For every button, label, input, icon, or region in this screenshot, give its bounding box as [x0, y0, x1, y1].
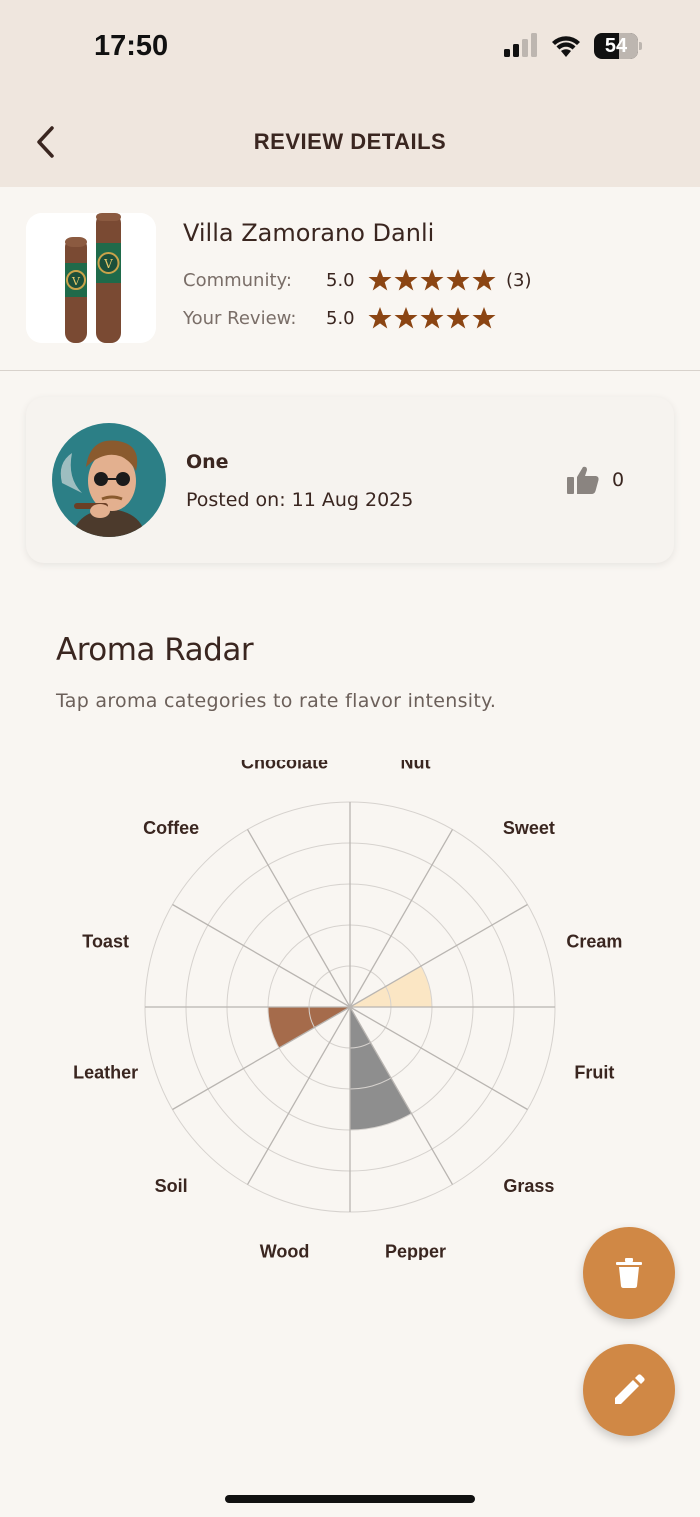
product-image[interactable]: V V — [26, 213, 156, 343]
star-icon — [472, 269, 496, 291]
star-icon — [472, 307, 496, 329]
star-icon — [446, 307, 470, 329]
aroma-label-pepper[interactable]: Pepper — [385, 1241, 446, 1260]
delete-button[interactable] — [583, 1227, 675, 1319]
radar-spoke — [172, 903, 351, 1008]
your-review-label: Your Review: — [183, 307, 297, 329]
aroma-radar-subtitle: Tap aroma categories to rate flavor inte… — [56, 690, 497, 712]
radar-spoke — [172, 1006, 351, 1111]
aroma-label-toast[interactable]: Toast — [82, 932, 129, 952]
aroma-label-wood[interactable]: Wood — [260, 1241, 310, 1260]
status-icons: 54 — [504, 33, 642, 59]
home-indicator — [225, 1495, 475, 1503]
cigar-image: V V — [26, 213, 156, 343]
edit-button[interactable] — [583, 1344, 675, 1436]
status-bar: 17:50 54 — [0, 0, 700, 96]
star-icon — [394, 307, 418, 329]
community-label: Community: — [183, 269, 292, 291]
star-icon — [420, 307, 444, 329]
aroma-label-grass[interactable]: Grass — [503, 1176, 554, 1196]
your-rating-value: 5.0 — [326, 307, 355, 329]
star-icon — [368, 269, 392, 291]
reviewer-name: One — [186, 451, 229, 473]
aroma-radar-title: Aroma Radar — [56, 632, 254, 668]
review-card: One Posted on: 11 Aug 2025 0 — [26, 397, 674, 563]
page-title: REVIEW DETAILS — [253, 129, 447, 154]
avatar-image — [52, 423, 166, 537]
cellular-signal-icon — [504, 33, 537, 57]
aroma-label-cream[interactable]: Cream — [566, 932, 622, 952]
community-stars — [368, 268, 496, 292]
star-icon — [368, 307, 392, 329]
like-button[interactable] — [566, 465, 602, 497]
battery-level: 54 — [604, 35, 628, 57]
star-icon — [420, 269, 444, 291]
aroma-label-coffee[interactable]: Coffee — [143, 818, 199, 838]
radar-spoke — [246, 829, 351, 1008]
community-rating-count: (3) — [506, 269, 532, 291]
star-icon — [394, 269, 418, 291]
pencil-icon — [615, 1374, 645, 1404]
posted-date: Posted on: 11 Aug 2025 — [186, 489, 414, 511]
aroma-label-leather[interactable]: Leather — [73, 1062, 138, 1082]
thumbs-up-icon — [567, 466, 599, 494]
trash-icon — [616, 1258, 642, 1288]
aroma-radar-chart[interactable]: Nut Sweet Cream Fruit Grass Pepper Wood Soil Lea… — [0, 760, 700, 1260]
product-name: Villa Zamorano Danli — [183, 219, 435, 247]
aroma-label-fruit[interactable]: Fruit — [574, 1062, 614, 1082]
battery-icon: 54 — [594, 33, 642, 59]
star-icon — [446, 269, 470, 291]
product-summary: V V Villa Zamorano Danli Community: 5.0 … — [0, 187, 700, 371]
aroma-label-sweet[interactable]: Sweet — [503, 818, 555, 838]
svg-text:V: V — [103, 257, 113, 271]
svg-text:V: V — [71, 275, 81, 288]
navigation-bar: REVIEW DETAILS — [0, 96, 700, 187]
your-stars — [368, 306, 496, 330]
avatar[interactable] — [52, 423, 166, 537]
radar-spoke — [349, 903, 528, 1008]
community-rating-value: 5.0 — [326, 269, 355, 291]
aroma-label-nut[interactable]: Nut — [400, 760, 430, 773]
wifi-icon — [552, 36, 580, 57]
aroma-label-soil[interactable]: Soil — [155, 1176, 188, 1196]
aroma-label-chocolate[interactable]: Chocolate — [241, 760, 328, 773]
like-count: 0 — [612, 469, 625, 491]
community-rating-row: Community: 5.0 (3) — [183, 266, 532, 294]
status-time: 17:50 — [94, 30, 169, 62]
your-rating-row: Your Review: 5.0 — [183, 304, 496, 332]
